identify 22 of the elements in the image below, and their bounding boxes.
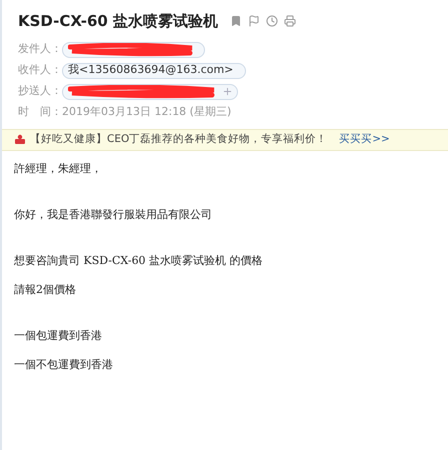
field-label: 发件人： bbox=[18, 41, 62, 58]
printer-icon[interactable] bbox=[284, 15, 296, 28]
mail-paragraph: 你好，我是香港聯發行服裝用品有限公司 bbox=[14, 206, 213, 222]
field-value: 2019年03月13日 12:18 (星期三) bbox=[62, 104, 232, 120]
mail-paragraph: 一個包運費到香港 bbox=[14, 328, 103, 342]
clock-icon[interactable] bbox=[266, 15, 278, 28]
recipient-chip[interactable] bbox=[62, 84, 238, 100]
field-label: 时 间： bbox=[18, 104, 62, 120]
mail-paragraph: 許經理，朱經理， bbox=[14, 160, 103, 176]
field-label: 抄送人： bbox=[18, 83, 62, 100]
mail-paragraph: 想要咨詢貴司 KSD-CX-60 盐水喷雾试验机 的價格 bbox=[14, 252, 264, 268]
mail-paragraph: 一個不包運費到香港 bbox=[14, 356, 114, 372]
recipient-chip[interactable] bbox=[62, 42, 205, 58]
bookmark-icon[interactable] bbox=[230, 15, 242, 28]
banner-text: 【好吃又健康】CEO丁磊推荐的各种美食好物，专享福利价！ bbox=[30, 132, 328, 147]
recipient-chip[interactable]: 我<13560863694@163.com> bbox=[62, 62, 246, 78]
field-label: 收件人： bbox=[18, 62, 62, 78]
mail-paragraph: 請報2個價格 bbox=[14, 282, 77, 296]
banner-link[interactable]: 买买买>> bbox=[339, 132, 390, 148]
add-icon[interactable] bbox=[222, 86, 233, 97]
flag-icon[interactable] bbox=[248, 15, 260, 28]
mail-subject: KSD-CX-60 盐水喷雾试验机 bbox=[18, 11, 218, 32]
